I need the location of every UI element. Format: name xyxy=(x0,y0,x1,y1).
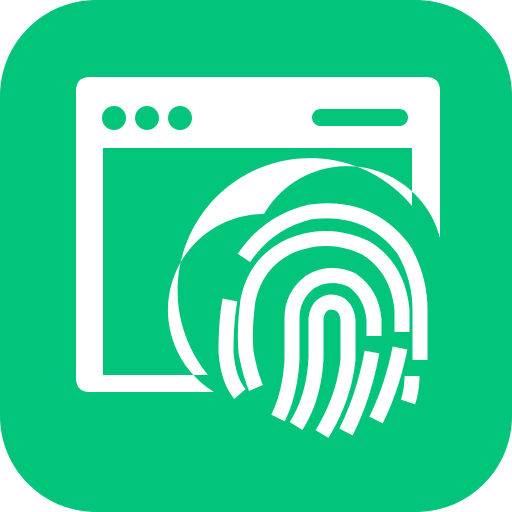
app-icon-canvas xyxy=(0,0,512,512)
address-bar-icon xyxy=(312,109,408,126)
window-control-dots-icon xyxy=(102,106,192,130)
browser-fingerprint-icon xyxy=(0,0,512,512)
